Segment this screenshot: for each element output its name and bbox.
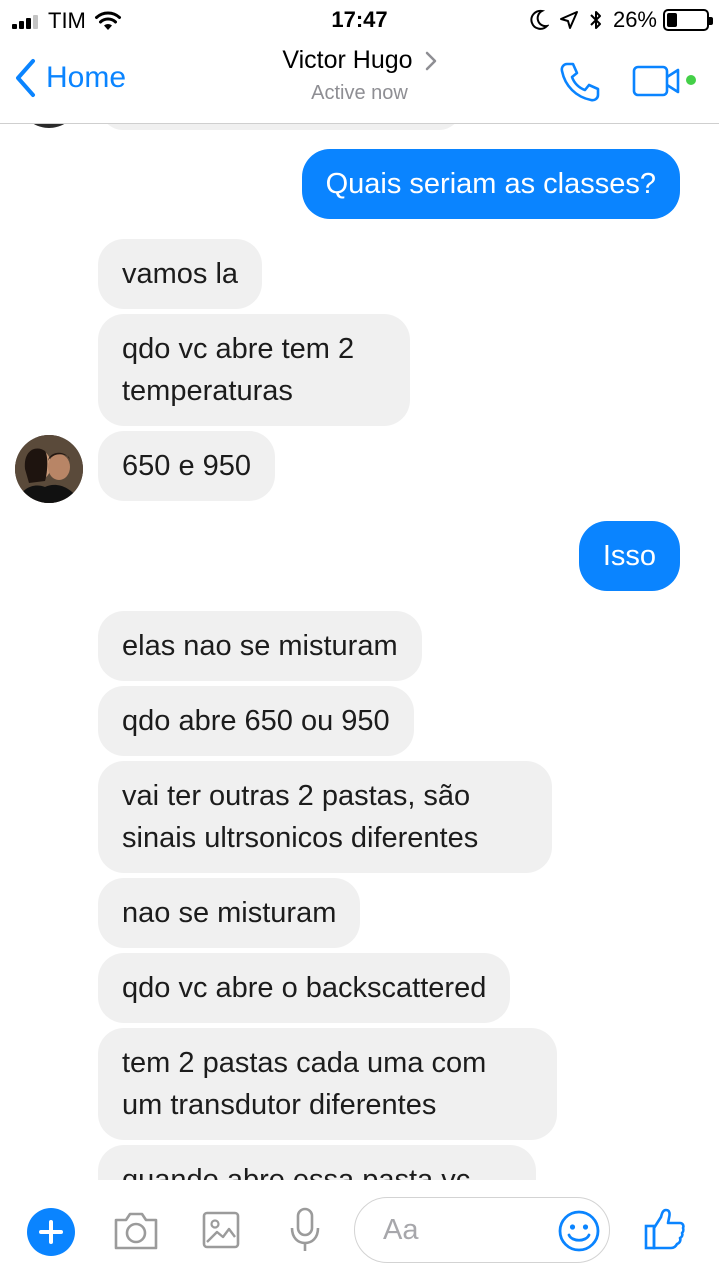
phone-icon [560, 62, 600, 102]
video-camera-icon [632, 65, 680, 97]
chevron-right-icon [425, 51, 436, 70]
emoji-icon [558, 1210, 600, 1252]
message-bubble-incoming[interactable]: vamos la [98, 239, 263, 309]
contact-name-row: Victor Hugo [282, 46, 436, 75]
presence-status: Active now [311, 82, 408, 104]
camera-button[interactable] [112, 1210, 160, 1257]
status-right: 26% [519, 7, 713, 33]
battery-percent: 26% [612, 7, 657, 32]
camera-icon [114, 1212, 158, 1250]
voice-call-button[interactable] [558, 60, 602, 109]
message-bubble-incoming[interactable]: vai ter outras 2 pastas, são sinais ultr… [98, 761, 552, 873]
contact-avatar[interactable] [15, 435, 83, 503]
gallery-icon [202, 1211, 240, 1249]
message-bubble-incoming[interactable]: qdo vc abre o backscattered [98, 953, 511, 1023]
contact-photo [15, 435, 83, 503]
message-bubble-incoming[interactable]: nao se misturam [98, 878, 361, 948]
message-bubble-incoming[interactable]: qdo abre 650 ou 950 [98, 686, 414, 756]
microphone-icon [290, 1207, 320, 1251]
avatar-partial [18, 124, 80, 128]
message-bubble-partial [100, 124, 462, 130]
message-bubble-incoming[interactable]: elas nao se misturam [98, 611, 422, 681]
message-thread[interactable]: Quais seriam as classes? vamos la qdo vc… [0, 124, 719, 1180]
moon-icon [530, 9, 549, 30]
message-bubble-incoming[interactable]: quando abre essa pasta vc [98, 1145, 536, 1180]
message-input[interactable]: Aa [354, 1197, 610, 1263]
contact-info[interactable]: Victor Hugo Active now [0, 46, 719, 105]
active-status-dot [686, 75, 696, 85]
like-button[interactable] [643, 1207, 687, 1256]
battery-nub [709, 17, 713, 25]
message-bubble-incoming[interactable]: 650 e 950 [98, 431, 276, 501]
message-bubble-outgoing[interactable]: Quais seriam as classes? [301, 149, 680, 219]
message-composer: Aa [0, 1180, 719, 1280]
battery-icon [663, 9, 713, 31]
microphone-button[interactable] [288, 1206, 322, 1259]
plus-icon[interactable] [27, 1208, 75, 1256]
thumbs-up-icon [644, 1208, 685, 1250]
message-bubble-incoming[interactable]: tem 2 pastas cada uma com um transdutor … [98, 1028, 557, 1140]
emoji-button[interactable] [557, 1209, 601, 1258]
location-arrow-icon [559, 11, 578, 29]
message-bubble-outgoing[interactable]: Isso [578, 521, 680, 591]
bluetooth-icon [590, 11, 601, 29]
video-call-button[interactable] [632, 64, 684, 105]
contact-name: Victor Hugo [282, 46, 413, 74]
battery-level-fill [667, 13, 677, 27]
message-bubble-incoming[interactable]: qdo vc abre tem 2 temperaturas [98, 314, 410, 426]
status-bar: TIM 17:47 26% [0, 0, 719, 40]
conversation-header: Home Victor Hugo Active now [0, 40, 719, 124]
message-input-placeholder: Aa [383, 1214, 419, 1246]
gallery-button[interactable] [201, 1210, 241, 1255]
